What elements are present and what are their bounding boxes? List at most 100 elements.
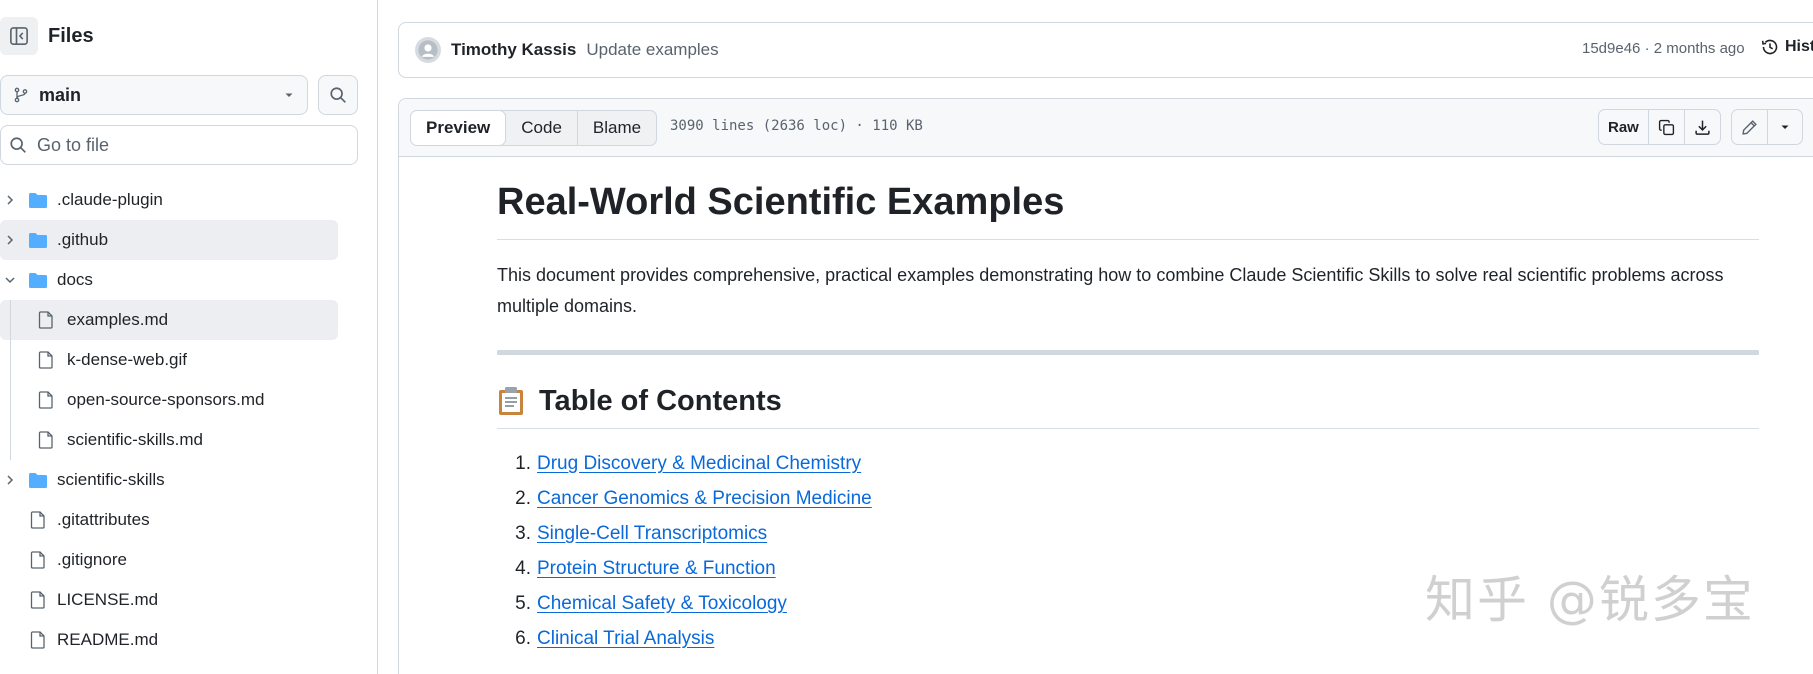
toc-item: 2. Cancer Genomics & Precision Medicine	[497, 482, 1759, 517]
file-icon	[38, 311, 54, 329]
folder-icon	[28, 472, 48, 489]
chevron-right-icon[interactable]	[2, 472, 18, 488]
toc-heading-text: Table of Contents	[539, 384, 782, 417]
toc-item: 3. Single-Cell Transcriptomics	[497, 517, 1759, 552]
commit-message[interactable]: Update examples	[586, 40, 718, 60]
commit-meta[interactable]: 15d9e46 · 2 months ago	[1582, 40, 1745, 57]
file-icon	[30, 591, 46, 609]
tree-file[interactable]: open-source-sponsors.md	[0, 380, 378, 420]
tree-folder[interactable]: .claude-plugin	[0, 180, 378, 220]
copy-raw-button[interactable]	[1649, 110, 1685, 144]
tree-item-label: open-source-sponsors.md	[67, 390, 265, 409]
file-icon	[30, 551, 46, 569]
go-to-file-field[interactable]	[0, 125, 358, 165]
history-button[interactable]: Hist	[1761, 38, 1813, 56]
tree-file[interactable]: LICENSE.md	[0, 580, 378, 620]
tree-item-label: .github	[57, 230, 109, 249]
search-icon	[330, 87, 346, 103]
horizontal-rule	[497, 349, 1759, 355]
tree-item-label: README.md	[57, 630, 159, 649]
toc-item-number: 4.	[515, 558, 531, 579]
pencil-icon	[1742, 119, 1757, 135]
watermark: 知乎 @锐多宝	[1425, 571, 1755, 629]
file-tree-sidebar: Files main .claude-plugin .github docs exam…	[0, 0, 378, 674]
tab-code[interactable]: Code	[506, 111, 578, 145]
toc-item-number: 2.	[515, 488, 531, 509]
toc-item-number: 5.	[515, 593, 531, 614]
toc-link[interactable]: Drug Discovery & Medicinal Chemistry	[537, 453, 861, 475]
toc-heading: Table of Contents	[497, 385, 1759, 429]
user-avatar-icon	[418, 40, 438, 60]
tab-preview[interactable]: Preview	[411, 111, 507, 145]
tree-file[interactable]: README.md	[0, 620, 378, 660]
toc-item-number: 3.	[515, 523, 531, 544]
edit-file-button[interactable]	[1732, 110, 1768, 144]
toc-link[interactable]: Single-Cell Transcriptomics	[537, 523, 767, 545]
tree-item-label: .gitattributes	[57, 510, 150, 529]
folder-icon	[28, 192, 48, 209]
clipboard-icon	[497, 386, 525, 416]
toc-link[interactable]: Protein Structure & Function	[537, 558, 776, 580]
tree-file[interactable]: k-dense-web.gif	[0, 340, 378, 380]
toc-link[interactable]: Chemical Safety & Toxicology	[537, 593, 787, 615]
history-icon	[1761, 39, 1778, 55]
tree-folder[interactable]: .github	[0, 220, 338, 260]
branch-selector[interactable]: main	[0, 75, 308, 115]
folder-icon	[28, 272, 48, 289]
tree-file[interactable]: .gitignore	[0, 540, 378, 580]
caret-down-icon	[285, 93, 293, 97]
view-mode-tabs: Preview Code Blame	[410, 110, 658, 146]
tab-blame[interactable]: Blame	[578, 111, 656, 145]
chevron-down-icon[interactable]	[2, 272, 18, 288]
toc-link[interactable]: Cancer Genomics & Precision Medicine	[537, 488, 872, 510]
download-icon	[1695, 120, 1710, 135]
folder-icon	[28, 232, 48, 249]
collapse-sidebar-button[interactable]	[0, 17, 38, 55]
file-info: 3090 lines (2636 loc) · 110 KB	[670, 118, 923, 134]
toc-item: 1. Drug Discovery & Medicinal Chemistry	[497, 447, 1759, 482]
git-branch-icon	[14, 87, 28, 103]
go-to-file-input[interactable]	[37, 134, 337, 156]
tree-file[interactable]: .gitattributes	[0, 500, 378, 540]
tree-folder[interactable]: docs	[0, 260, 378, 300]
document-intro: This document provides comprehensive, pr…	[497, 264, 1724, 316]
tree-item-label: scientific-skills.md	[67, 430, 204, 449]
history-label: Hist	[1785, 38, 1813, 55]
download-button[interactable]	[1685, 110, 1720, 144]
toc-item-number: 1.	[515, 453, 531, 474]
tree-item-label: scientific-skills	[57, 470, 165, 489]
branch-row: main	[0, 75, 358, 115]
search-files-button[interactable]	[318, 75, 358, 115]
tree-indent-guide	[10, 300, 11, 460]
tree-item-label: LICENSE.md	[57, 590, 159, 609]
chevron-right-icon[interactable]	[2, 232, 18, 248]
search-icon	[10, 137, 26, 153]
tree-item-label: .gitignore	[57, 550, 127, 569]
file-icon	[30, 511, 46, 529]
file-icon	[38, 351, 54, 369]
tree-file[interactable]: examples.md	[0, 300, 338, 340]
toc-link[interactable]: Clinical Trial Analysis	[537, 628, 714, 650]
avatar[interactable]	[415, 37, 441, 63]
tree-file[interactable]: scientific-skills.md	[0, 420, 378, 460]
tree-item-label: .claude-plugin	[57, 190, 163, 209]
commit-author[interactable]: Timothy Kassis	[451, 40, 576, 60]
document-title: Real-World Scientific Examples	[497, 179, 1759, 240]
file-icon	[38, 391, 54, 409]
tree-item-label: docs	[57, 270, 93, 289]
edit-options-dropdown[interactable]	[1768, 110, 1802, 144]
file-actions: Raw	[1598, 109, 1803, 145]
sidebar-header: Files	[0, 14, 378, 58]
file-tree: .claude-plugin .github docs examples.md k-de…	[0, 180, 378, 660]
file-header: Preview Code Blame 3090 lines (2636 loc)…	[399, 99, 1813, 157]
branch-name: main	[39, 84, 82, 105]
raw-button[interactable]: Raw	[1599, 110, 1649, 144]
sidebar-title: Files	[48, 24, 94, 47]
tree-folder[interactable]: scientific-skills	[0, 460, 378, 500]
copy-icon	[1658, 119, 1674, 135]
chevron-right-icon[interactable]	[2, 192, 18, 208]
file-icon	[38, 431, 54, 449]
raw-actions-group: Raw	[1598, 109, 1721, 145]
tree-item-label: k-dense-web.gif	[67, 350, 188, 369]
latest-commit-bar: Timothy Kassis Update examples 15d9e46 ·…	[398, 22, 1813, 78]
